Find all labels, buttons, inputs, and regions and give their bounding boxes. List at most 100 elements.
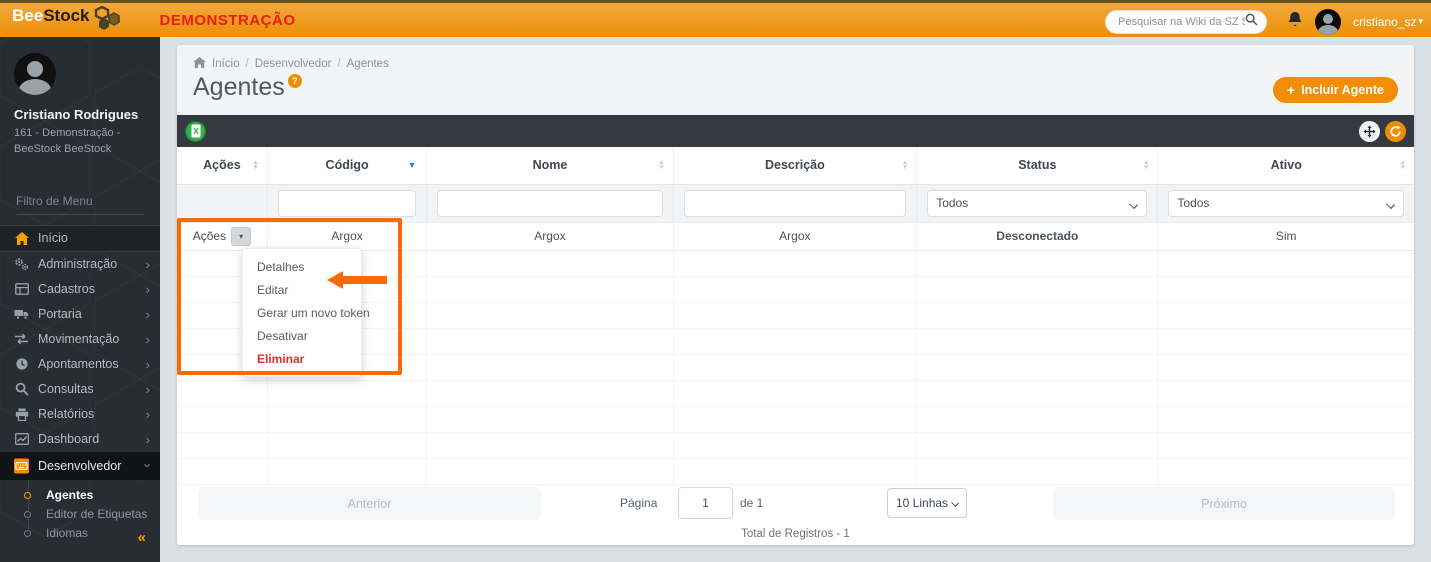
chevron-down-icon bbox=[1386, 199, 1395, 209]
sidebar-menu: Início Administração › Cadastros › Porta… bbox=[0, 224, 160, 547]
refresh-button[interactable] bbox=[1385, 120, 1406, 142]
breadcrumb: Início / Desenvolvedor / Agentes bbox=[193, 57, 389, 71]
toolbar-right bbox=[1359, 120, 1406, 142]
row-actions-label[interactable]: Ações bbox=[193, 229, 226, 243]
sidebar-item-agentes[interactable]: Agentes bbox=[0, 486, 160, 505]
menu-item-gerar-token[interactable]: Gerar um novo token bbox=[243, 301, 370, 324]
sidebar-item-label: Apontamentos bbox=[38, 357, 119, 372]
menu-item-editar[interactable]: Editar bbox=[243, 278, 361, 301]
help-badge[interactable]: ? bbox=[287, 74, 302, 88]
gears-icon bbox=[14, 257, 29, 272]
sort-icon[interactable]: ▲ ▼ bbox=[1400, 160, 1406, 172]
page-number-input[interactable] bbox=[678, 487, 733, 519]
sidebar-item-label: Dashboard bbox=[38, 432, 100, 447]
home-icon bbox=[14, 231, 29, 246]
sidebar-item-idiomas[interactable]: Idiomas bbox=[0, 524, 160, 543]
svg-text:X: X bbox=[193, 127, 199, 136]
row-actions-caret-button[interactable]: ▾ bbox=[231, 226, 252, 246]
filter-descricao-input[interactable] bbox=[683, 189, 907, 217]
column-header-descricao[interactable]: Descrição ▲ ▼ bbox=[673, 147, 918, 185]
total-records-label: Total de Registros - 1 bbox=[741, 528, 850, 540]
sidebar-item-label: Administração bbox=[38, 257, 118, 272]
fullscreen-button[interactable] bbox=[1359, 120, 1380, 142]
notifications-bell-icon[interactable] bbox=[1287, 11, 1303, 33]
column-header-acoes[interactable]: Ações ▲ ▼ bbox=[177, 147, 268, 185]
filter-codigo-input[interactable] bbox=[277, 189, 417, 217]
sidebar-item-portaria[interactable]: Portaria › bbox=[0, 302, 160, 327]
bullet-icon bbox=[24, 510, 31, 518]
sidebar-item-label: Cadastros bbox=[38, 282, 95, 297]
main-area: Início / Desenvolvedor / Agentes Agentes… bbox=[160, 37, 1431, 562]
menu-item-eliminar[interactable]: Eliminar bbox=[243, 347, 361, 370]
sidebar-item-inicio[interactable]: Início bbox=[0, 224, 160, 252]
sidebar-item-cadastros[interactable]: Cadastros › bbox=[0, 277, 160, 302]
content-card: Início / Desenvolvedor / Agentes Agentes… bbox=[177, 45, 1414, 545]
honeycomb-logo-icon bbox=[93, 5, 121, 35]
menu-item-detalhes[interactable]: Detalhes bbox=[243, 255, 361, 278]
export-excel-button[interactable]: X bbox=[185, 120, 206, 142]
sidebar-collapse-icon[interactable]: « bbox=[138, 529, 146, 546]
empty-table-row bbox=[177, 432, 1414, 459]
table-header-row: Ações ▲ ▼ Código ▼ Nome ▲ ▼ Descrição ▲ ▼ Statu… bbox=[177, 147, 1414, 185]
column-header-codigo[interactable]: Código ▼ bbox=[267, 147, 428, 185]
card-header: Início / Desenvolvedor / Agentes Agentes… bbox=[177, 45, 1414, 115]
sidebar-item-consultas[interactable]: Consultas › bbox=[0, 377, 160, 402]
column-header-nome[interactable]: Nome ▲ ▼ bbox=[426, 147, 674, 185]
wiki-search[interactable] bbox=[1105, 9, 1268, 34]
sidebar-item-desenvolvedor[interactable]: Desenvolvedor › bbox=[0, 451, 160, 480]
logo-bee-text: Bee bbox=[12, 5, 44, 25]
table-row: Ações ▾ Argox Argox Argox Desconectado Si… bbox=[177, 222, 1414, 251]
submenu-item-label: Agentes bbox=[46, 488, 94, 503]
profile-avatar bbox=[14, 53, 56, 95]
incluir-agente-button[interactable]: + Incluir Agente bbox=[1272, 77, 1398, 103]
previous-page-button[interactable]: Anterior bbox=[198, 487, 541, 520]
sidebar-profile: Cristiano Rodrigues 161 - Demonstração -… bbox=[0, 37, 160, 168]
sidebar-item-apontamentos[interactable]: Apontamentos › bbox=[0, 352, 160, 377]
plus-icon: + bbox=[1286, 82, 1296, 98]
chevron-right-icon: › bbox=[145, 331, 150, 347]
bullet-icon bbox=[24, 529, 31, 537]
submenu-item-label: Idiomas bbox=[46, 526, 89, 541]
menu-item-desativar[interactable]: Desativar bbox=[243, 324, 361, 347]
cell-ativo: Sim bbox=[1157, 222, 1414, 251]
sort-icon[interactable]: ▲ ▼ bbox=[1143, 160, 1149, 172]
page-size-select[interactable]: 10 Linhas bbox=[887, 488, 967, 518]
user-menu[interactable]: cristiano_sz ▾ bbox=[1353, 15, 1423, 29]
chevron-right-icon: › bbox=[145, 381, 150, 397]
sort-icon[interactable]: ▲ ▼ bbox=[658, 160, 664, 172]
empty-table-row bbox=[177, 276, 1414, 303]
next-page-button[interactable]: Próximo bbox=[1053, 487, 1395, 520]
keyboard-icon bbox=[14, 458, 29, 474]
column-header-ativo[interactable]: Ativo ▲ ▼ bbox=[1157, 147, 1414, 185]
cell-descricao: Argox bbox=[673, 222, 918, 251]
chevron-right-icon: › bbox=[145, 306, 150, 322]
sidebar-item-editor-de-etiquetas[interactable]: Editor de Etiquetas bbox=[0, 505, 160, 524]
sidebar-item-label: Desenvolvedor bbox=[38, 458, 122, 473]
breadcrumb-item[interactable]: Agentes bbox=[347, 58, 389, 70]
filter-status-select[interactable]: Todos bbox=[927, 189, 1148, 217]
empty-rows bbox=[177, 250, 1414, 485]
page-of-label: de 1 bbox=[740, 496, 764, 510]
user-avatar[interactable] bbox=[1315, 8, 1342, 35]
breadcrumb-item[interactable]: Desenvolvedor bbox=[255, 58, 332, 70]
wiki-search-input[interactable] bbox=[1118, 15, 1246, 28]
sort-icon[interactable]: ▲ ▼ bbox=[252, 160, 258, 172]
sidebar-item-movimentacao[interactable]: Movimentação › bbox=[0, 327, 160, 352]
grid-toolbar: X bbox=[177, 115, 1414, 147]
sidebar-item-administracao[interactable]: Administração › bbox=[0, 252, 160, 277]
column-header-status[interactable]: Status ▲ ▼ bbox=[916, 147, 1159, 185]
breadcrumb-item[interactable]: Início bbox=[212, 58, 240, 70]
empty-table-row bbox=[177, 458, 1414, 485]
filter-ativo-select[interactable]: Todos bbox=[1168, 189, 1404, 217]
search-icon bbox=[1245, 13, 1258, 31]
menu-filter-input[interactable] bbox=[16, 189, 144, 215]
sidebar-item-dashboard[interactable]: Dashboard › bbox=[0, 427, 160, 452]
chevron-down-icon bbox=[1129, 199, 1139, 209]
filter-nome-input[interactable] bbox=[437, 189, 663, 217]
sidebar-item-relatorios[interactable]: Relatórios › bbox=[0, 402, 160, 427]
sort-desc-icon[interactable]: ▼ bbox=[407, 160, 416, 170]
clock-icon bbox=[14, 357, 29, 372]
sidebar: Cristiano Rodrigues 161 - Demonstração -… bbox=[0, 37, 160, 562]
profile-organization: 161 - Demonstração - BeeStock BeeStock bbox=[14, 127, 121, 155]
sort-icon[interactable]: ▲ ▼ bbox=[902, 160, 908, 172]
